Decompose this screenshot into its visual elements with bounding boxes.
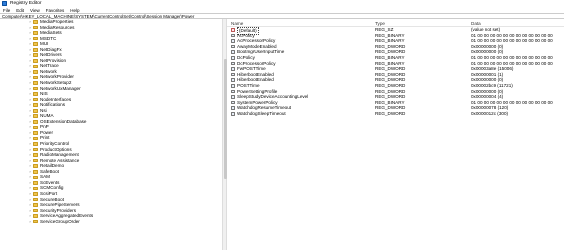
folder-icon [33,125,38,130]
value-data: 0x0000012c (300) [471,110,509,116]
tree-item-label: ServiceGroupOrder [40,218,80,224]
folder-icon [33,142,38,146]
binary-value-icon [231,78,235,82]
title-bar: Registry Editor [0,0,564,7]
binary-value-icon [231,83,235,88]
folder-icon [33,47,38,52]
binary-value-icon [231,89,235,94]
folder-icon [33,214,38,218]
folder-icon [33,86,38,91]
folder-icon [33,153,38,157]
binary-value-icon [231,100,235,105]
key-tree[interactable]: › MediaProperties › MediaResources › MediaSet… [0,19,222,250]
value-type: REG_DWORD [375,110,406,116]
folder-icon [33,36,38,41]
list-header: Name Type Data [227,19,564,27]
folder-icon [33,131,38,135]
folder-icon [33,59,38,63]
binary-value-icon [231,67,235,71]
string-value-icon [231,28,235,32]
binary-value-icon [231,50,235,54]
binary-value-icon [231,55,235,60]
folder-icon [33,208,38,213]
binary-value-icon [231,111,235,116]
folder-icon [33,70,38,74]
column-header-type[interactable]: Type [375,21,385,26]
folder-icon [33,97,38,102]
folder-icon [33,20,38,24]
binary-value-icon [231,44,235,49]
menu-favorites[interactable]: Favorites [46,8,65,13]
chevron-right-icon[interactable]: › [28,219,32,225]
folder-icon [33,164,38,168]
folder-icon [33,75,38,80]
binary-value-icon [231,61,235,66]
menu-file[interactable]: File [3,8,10,13]
folder-icon [33,25,38,30]
registry-app-icon [2,1,7,6]
folder-icon [33,81,38,85]
folder-icon [33,42,38,46]
column-header-data[interactable]: Data [471,21,481,26]
folder-icon [33,136,38,141]
folder-icon [33,114,38,119]
folder-icon [33,203,38,207]
column-header-name[interactable]: Name [231,21,243,26]
folder-icon [33,120,38,124]
binary-value-icon [231,72,235,77]
folder-icon [33,181,38,185]
binary-value-icon [231,106,235,110]
folder-icon [33,219,38,224]
folder-icon [33,192,38,196]
folder-icon [33,175,38,180]
binary-value-icon [231,39,235,43]
menu-edit[interactable]: Edit [16,8,24,13]
menu-help[interactable]: Help [70,8,79,13]
binary-value-icon [231,95,235,99]
binary-value-icon [231,33,235,38]
folder-icon [33,108,38,113]
value-name: WatchdogSleepTimeout [237,110,286,116]
folder-icon [33,197,38,202]
folder-icon [33,169,38,174]
window-title: Registry Editor [10,1,42,6]
folder-icon [33,31,38,35]
values-list[interactable]: Name Type Data (Default) REG_SZ (value not… [227,19,564,250]
value-row[interactable]: WatchdogSleepTimeout REG_DWORD 0x0000012c … [227,111,564,117]
tree-item[interactable]: › ServiceGroupOrder [0,219,222,225]
folder-icon [33,186,38,191]
folder-icon [33,92,38,96]
menu-view[interactable]: View [30,8,40,13]
folder-icon [33,53,38,58]
folder-icon [33,64,38,69]
folder-icon [33,103,38,107]
folder-icon [33,158,38,163]
folder-icon [33,147,38,152]
